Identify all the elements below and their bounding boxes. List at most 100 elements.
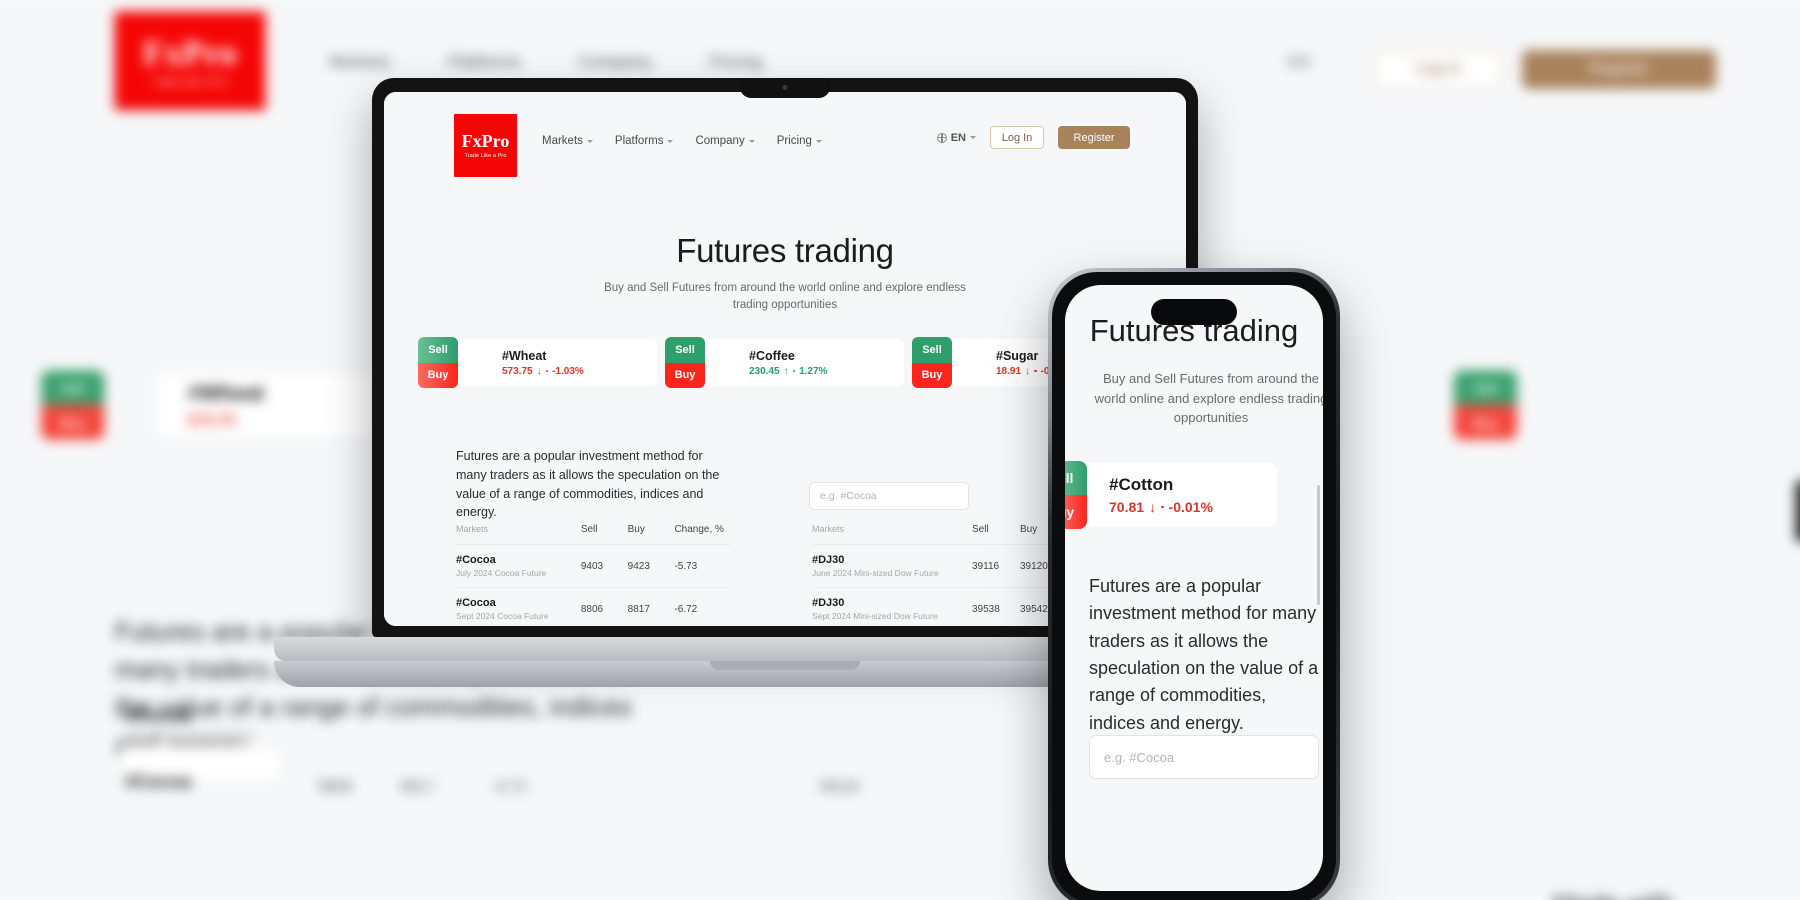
background-nav-item-platforms: Platforms	[447, 52, 521, 72]
phone-frame: Futures trading Buy and Sell Futures fro…	[1048, 268, 1340, 900]
background-table-desc-1: July 2024 Cocoa Future	[124, 727, 255, 742]
market-symbol: #Cocoa	[456, 554, 496, 566]
buy-button[interactable]: Buy	[665, 362, 705, 388]
trend-down-icon: ↓	[536, 365, 542, 377]
ticker-name: #Wheat	[502, 348, 547, 363]
logo-tagline: Trade Like a Pro	[464, 153, 507, 159]
change-cell: -6.72	[674, 603, 698, 615]
sell-cell: 39116	[972, 560, 1000, 572]
login-button[interactable]: Log In	[990, 126, 1044, 149]
language-selector[interactable]: EN	[936, 131, 976, 144]
sell-button[interactable]: Sell	[912, 337, 952, 363]
ticker-quote: 70.81 ↓ -0.01%	[1109, 499, 1277, 515]
nav-label-pricing: Pricing	[776, 135, 812, 147]
chevron-down-icon	[970, 136, 976, 139]
background-sell-label-right: Sell	[1453, 370, 1518, 406]
ticker-quote: 573.75 ↓ -1.03%	[502, 366, 657, 377]
buy-button[interactable]: Buy	[912, 362, 952, 388]
header-actions: EN Log In Register	[936, 126, 1130, 149]
background-logo-tagline: Trade Like a Pro	[152, 76, 228, 88]
ticker-quote: 230.45 ↑ 1.27%	[749, 366, 904, 377]
ticker-change: 1.27%	[799, 365, 828, 377]
market-search-input[interactable]: e.g. #Cocoa	[809, 482, 969, 510]
column-header-markets: Markets	[812, 524, 845, 534]
sell-button[interactable]: Sell	[418, 337, 458, 363]
sell-cell: 9403	[580, 560, 604, 572]
page-title: Futures trading	[676, 232, 894, 269]
laptop-webcam-notch	[740, 78, 830, 98]
market-cell: #Cocoa Sept 2024 Cocoa Future	[456, 597, 581, 621]
ticker-sell-buy-2[interactable]: Sell Buy	[912, 337, 952, 388]
background-table-change-2: -6.72	[492, 778, 527, 796]
intro-paragraph: Futures are a popular investment method …	[456, 449, 720, 520]
ticker-card-wheat[interactable]: #Wheat 573.75 ↓ -1.03%	[452, 339, 657, 386]
ticker-sell-buy-1[interactable]: Sell Buy	[665, 337, 705, 388]
market-symbol: #DJ30	[812, 554, 845, 566]
phone-ticker-sell-buy[interactable]: Sell Buy	[1065, 461, 1087, 529]
dynamic-island	[1151, 299, 1237, 325]
sell-button[interactable]: Sell	[1065, 461, 1087, 495]
buy-cell: 9423	[627, 560, 650, 572]
background-nav-item-markets: Markets	[328, 52, 391, 72]
background-sell-buy-toggle: Sell Buy	[41, 370, 105, 440]
column-header-change: Change, %	[674, 524, 724, 535]
background-nav-item-pricing: Pricing	[709, 52, 763, 72]
separator-dot	[545, 369, 549, 373]
ticker-name: #Coffee	[749, 348, 795, 363]
market-cell: #DJ30 Sept 2024 Mini-sized Dow Future	[812, 597, 972, 621]
table-header-row: Markets Sell Buy Change, %	[456, 524, 731, 544]
webcam-icon	[782, 85, 788, 90]
fxpro-logo[interactable]: FxPro Trade Like a Pro	[454, 114, 517, 177]
column-header-markets: Markets	[456, 524, 489, 534]
background-logo: FxPro Trade Like a Pro	[114, 11, 266, 111]
laptop-page-header: FxPro Trade Like a Pro Markets Platforms	[384, 92, 1186, 192]
sell-button[interactable]: Sell	[665, 337, 705, 363]
market-cell: #Cocoa July 2024 Cocoa Future	[456, 554, 581, 578]
buy-button[interactable]: Buy	[418, 362, 458, 388]
nav-item-company[interactable]: Company	[695, 135, 755, 147]
background-made-with-label: Made with	[1553, 889, 1674, 900]
logo-wordmark: FxPro	[461, 131, 510, 151]
background-nav-item-company: Company	[577, 52, 653, 72]
market-cell: #DJ30 June 2024 Mini-sized Dow Future	[812, 554, 972, 578]
nav-item-platforms[interactable]: Platforms	[615, 135, 674, 147]
phone-market-search-input[interactable]: e.g. #Cocoa	[1089, 735, 1319, 779]
background-buy-label-right: Buy	[1453, 405, 1518, 440]
trend-down-icon: ↓	[1149, 499, 1157, 515]
trend-up-icon: ↑	[783, 365, 789, 377]
background-register-button: Register	[1522, 50, 1716, 89]
buy-button[interactable]: Buy	[1065, 495, 1087, 529]
background-login-button: Log In	[1374, 50, 1502, 89]
chevron-down-icon	[748, 139, 755, 143]
ticker-change: -1.03%	[552, 365, 584, 377]
sell-cell: 8806	[580, 603, 604, 615]
nav-item-pricing[interactable]: Pricing	[777, 135, 822, 147]
market-symbol: #DJ30	[812, 597, 845, 609]
background-table-sell-2: 8806	[318, 778, 353, 796]
change-cell: -5.73	[674, 560, 698, 572]
page-subtitle: Buy and Sell Futures from around the wor…	[604, 282, 966, 311]
phone-ticker-card-cotton[interactable]: #Cotton 70.81 ↓ -0.01%	[1081, 463, 1277, 527]
column-header-sell: Sell	[580, 524, 598, 535]
register-button[interactable]: Register	[1058, 126, 1130, 149]
ticker-card-coffee[interactable]: #Coffee 230.45 ↑ 1.27%	[699, 339, 904, 386]
separator-dot	[792, 369, 796, 373]
table-row[interactable]: #Cocoa Sept 2024 Cocoa Future 8806 8817 …	[456, 587, 731, 626]
background-table-buy-2: 8817	[400, 778, 435, 796]
phone-ticker-strip: Sell Buy #Cotton 70.81 ↓ -0.01%	[1065, 461, 1277, 529]
market-description: June 2024 Mini-sized Dow Future	[812, 568, 939, 578]
ticker-sell-buy-0[interactable]: Sell Buy	[418, 337, 458, 388]
background-logo-text: FxPro	[142, 34, 238, 73]
background-table-right-sell: 39116	[818, 778, 860, 796]
phone-scrollbar[interactable]	[1317, 485, 1320, 605]
nav-item-markets[interactable]: Markets	[542, 135, 593, 147]
phone-mockup: Futures trading Buy and Sell Futures fro…	[1048, 268, 1340, 900]
background-sell-buy-toggle-right: Sell Buy	[1453, 370, 1518, 440]
table-row[interactable]: #Cocoa July 2024 Cocoa Future 9403 9423 …	[456, 544, 731, 587]
background-table-symbol-2: #Cocoa	[124, 771, 192, 792]
chevron-down-icon	[586, 139, 593, 143]
nav-label-platforms: Platforms	[614, 135, 664, 147]
main-nav: Markets Platforms Company Pricing	[542, 135, 822, 147]
background-table-symbol-1: #Cocoa	[124, 705, 192, 726]
language-label: EN	[950, 131, 966, 144]
